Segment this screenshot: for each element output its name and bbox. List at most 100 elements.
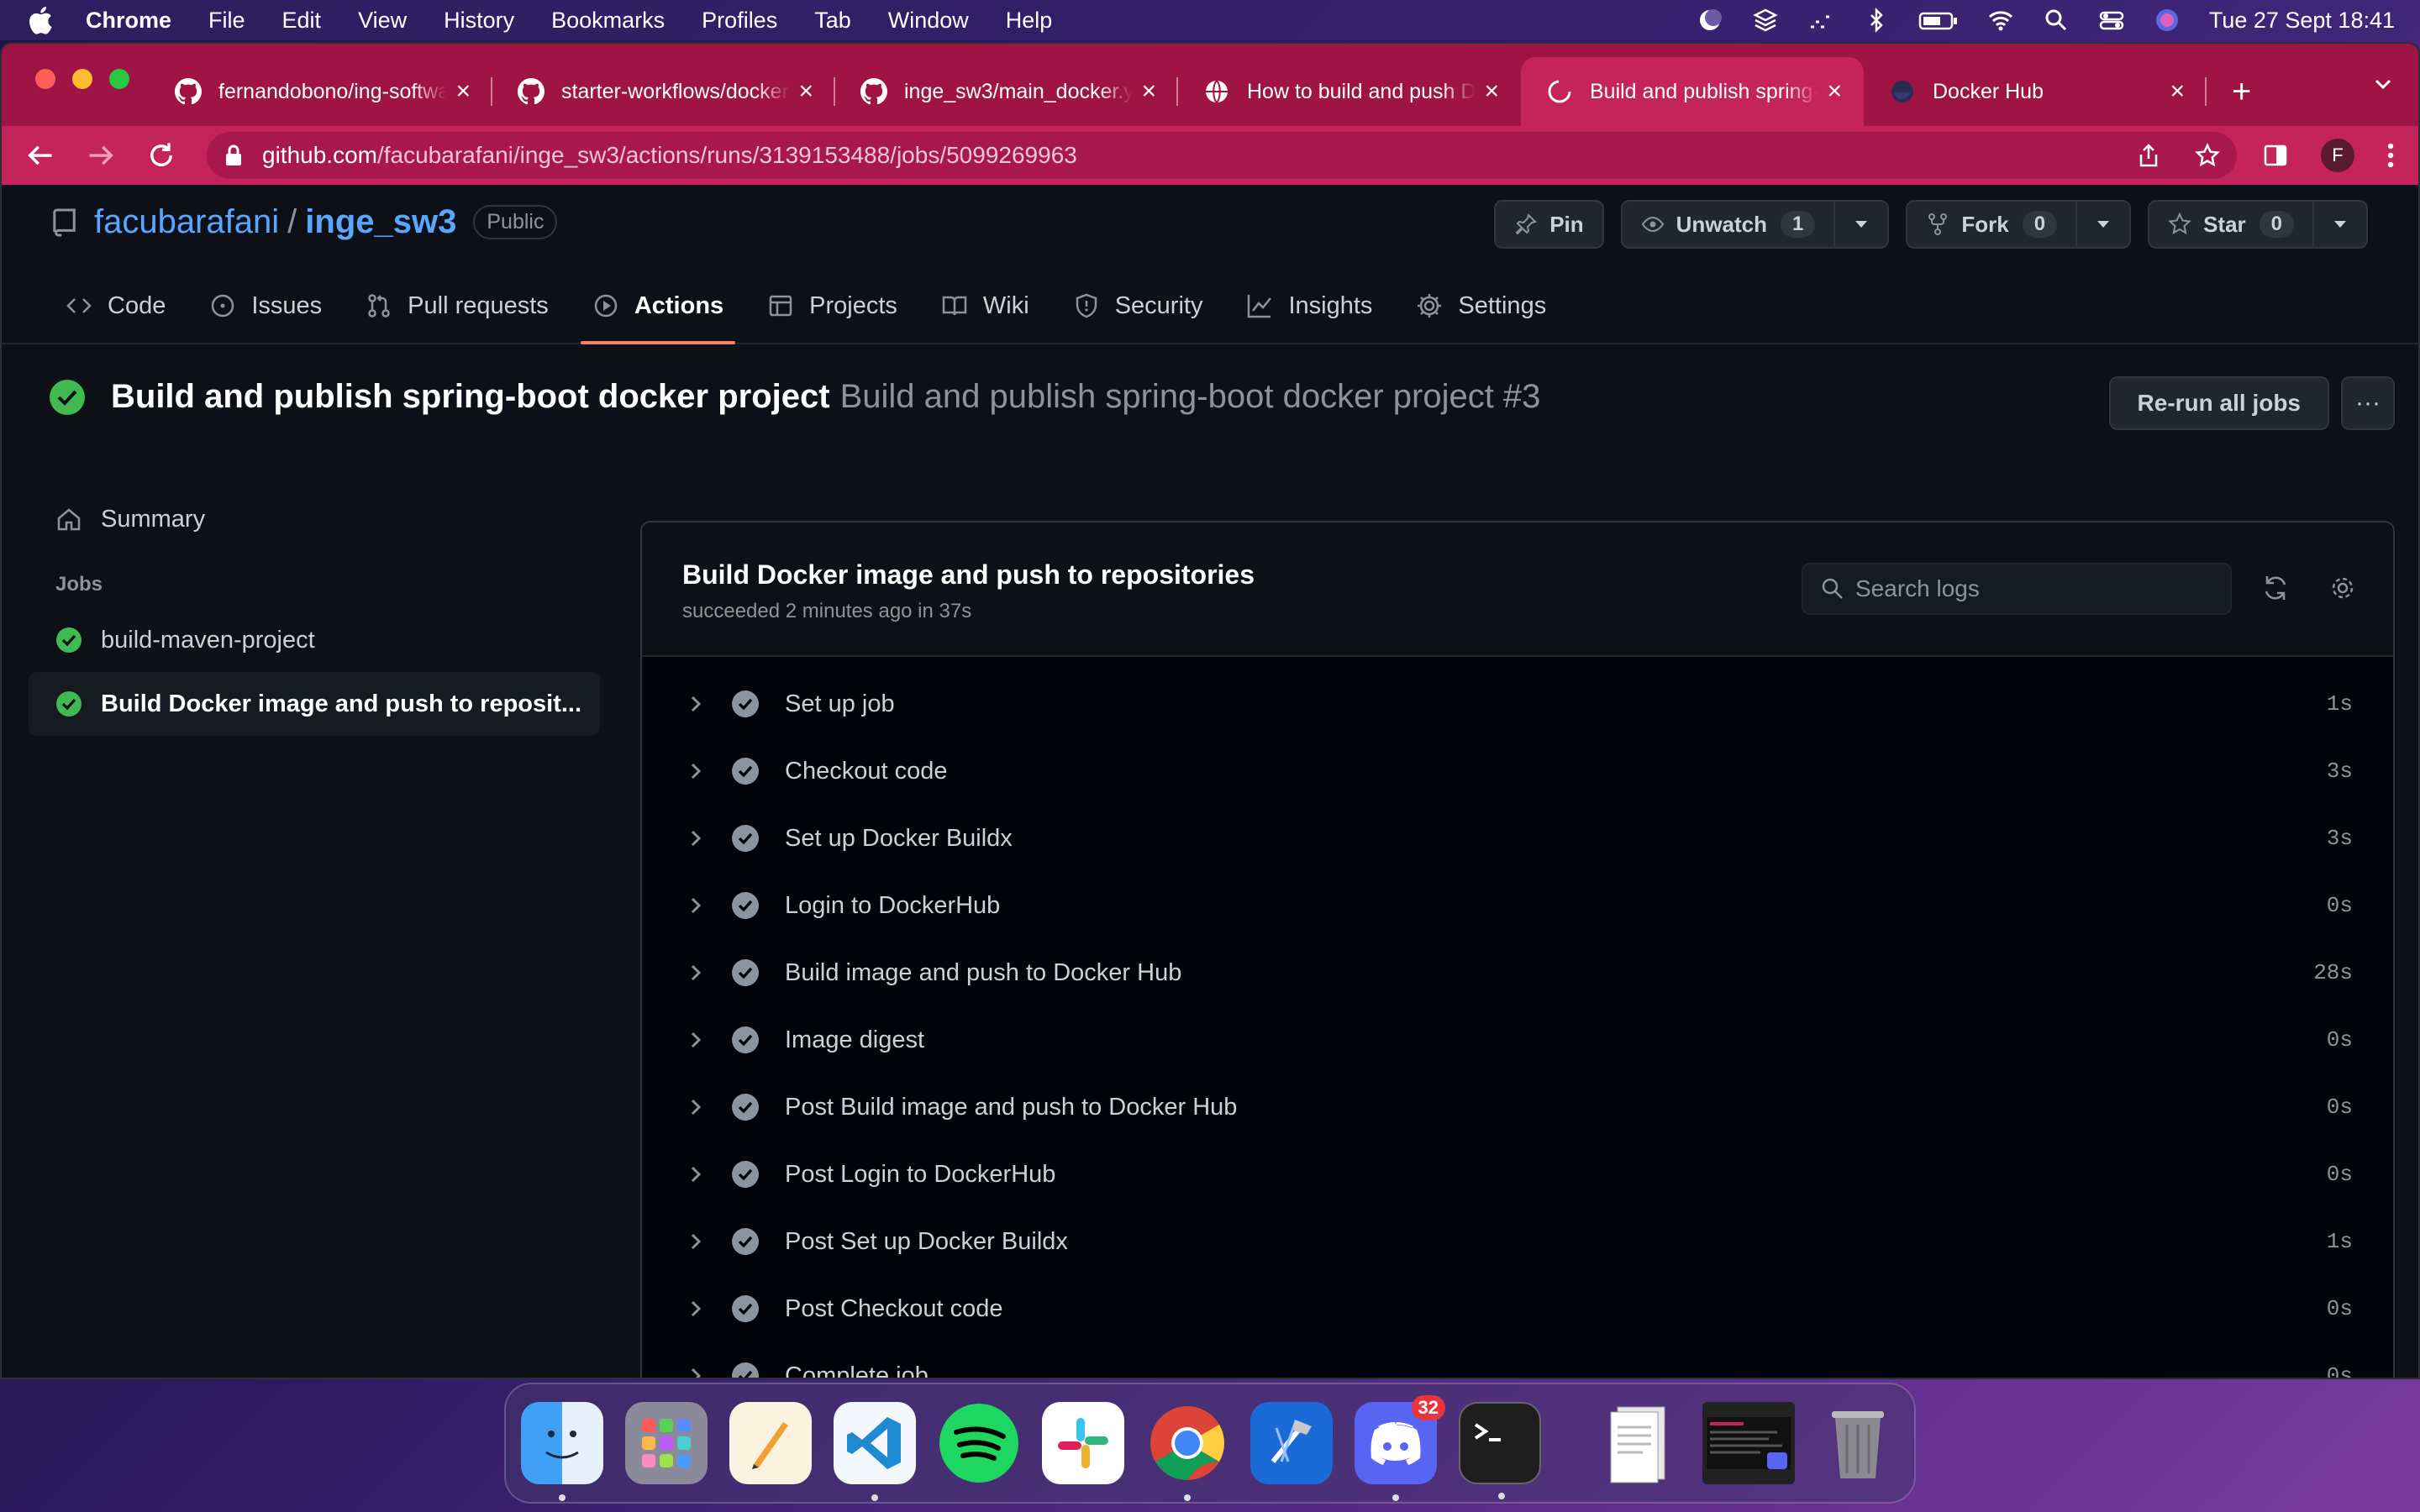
repo-name-link[interactable]: inge_sw3 bbox=[305, 203, 456, 241]
tab-actions[interactable]: Actions bbox=[580, 269, 736, 344]
step-row[interactable]: Post Set up Docker Buildx 1s bbox=[642, 1208, 2393, 1275]
fork-button[interactable]: Fork 0 bbox=[1906, 200, 2132, 249]
reload-icon[interactable] bbox=[146, 140, 176, 171]
star-dropdown[interactable] bbox=[2312, 202, 2366, 247]
tab-search-chevron-icon[interactable] bbox=[2371, 72, 2395, 96]
sidebar-summary[interactable]: Summary bbox=[29, 487, 600, 551]
chevron-right-icon[interactable] bbox=[686, 895, 706, 916]
menu-app-name[interactable]: Chrome bbox=[86, 8, 171, 34]
menu-file[interactable]: File bbox=[208, 8, 245, 34]
tab-issues[interactable]: Issues bbox=[209, 269, 322, 343]
menu-bookmarks[interactable]: Bookmarks bbox=[551, 8, 665, 34]
close-window-button[interactable] bbox=[35, 69, 55, 89]
menu-window[interactable]: Window bbox=[888, 8, 969, 34]
bookmark-star-icon[interactable] bbox=[2195, 143, 2220, 168]
discord-app[interactable]: 32 bbox=[1355, 1395, 1445, 1501]
search-logs-input[interactable] bbox=[1855, 575, 2208, 602]
step-row[interactable]: Post Build image and push to Docker Hub 0… bbox=[642, 1074, 2393, 1141]
browser-tab[interactable]: inge_sw3/main_docker.yml × bbox=[835, 57, 1178, 126]
pages-app[interactable] bbox=[729, 1402, 812, 1484]
pin-button[interactable]: Pin bbox=[1494, 200, 1604, 249]
xcode-app[interactable] bbox=[1250, 1402, 1333, 1484]
chevron-right-icon[interactable] bbox=[686, 694, 706, 714]
gear-icon[interactable] bbox=[2328, 573, 2358, 603]
tab-security[interactable]: Security bbox=[1073, 269, 1202, 343]
chevron-right-icon[interactable] bbox=[686, 963, 706, 983]
layers-icon[interactable] bbox=[1752, 7, 1779, 34]
close-tab-icon[interactable]: × bbox=[798, 77, 813, 106]
rerun-all-jobs-button[interactable]: Re-run all jobs bbox=[2108, 376, 2329, 430]
chevron-right-icon[interactable] bbox=[686, 1299, 706, 1319]
watch-dropdown[interactable] bbox=[1833, 202, 1887, 247]
menu-edit[interactable]: Edit bbox=[282, 8, 322, 34]
moon-icon[interactable] bbox=[1697, 7, 1723, 34]
control-center-icon[interactable] bbox=[2098, 7, 2125, 34]
finder-app[interactable] bbox=[521, 1402, 603, 1501]
tab-code[interactable]: Code bbox=[66, 269, 166, 343]
forward-icon[interactable] bbox=[86, 140, 116, 171]
close-tab-icon[interactable]: × bbox=[2170, 77, 2185, 106]
new-tab-button[interactable]: + bbox=[2232, 57, 2251, 126]
wifi-icon[interactable] bbox=[1987, 7, 2014, 34]
close-tab-icon[interactable]: × bbox=[455, 77, 471, 106]
terminal-app[interactable] bbox=[1459, 1402, 1541, 1499]
back-icon[interactable] bbox=[25, 140, 55, 171]
chrome-app[interactable] bbox=[1146, 1402, 1228, 1501]
menu-help[interactable]: Help bbox=[1006, 8, 1053, 34]
search-logs-field[interactable] bbox=[1802, 563, 2232, 615]
step-row[interactable]: Login to DockerHub 0s bbox=[642, 872, 2393, 939]
zoom-window-button[interactable] bbox=[109, 69, 129, 89]
browser-tab[interactable]: How to build and push Docker × bbox=[1178, 57, 1521, 126]
address-bar[interactable]: github.com/facubarafani/inge_sw3/actions… bbox=[207, 132, 2237, 179]
chevron-right-icon[interactable] bbox=[686, 1231, 706, 1252]
chevron-right-icon[interactable] bbox=[686, 1366, 706, 1379]
step-row[interactable]: Post Login to DockerHub 0s bbox=[642, 1141, 2393, 1208]
side-panel-icon[interactable] bbox=[2262, 142, 2289, 169]
tab-projects[interactable]: Projects bbox=[767, 269, 897, 343]
tab-settings[interactable]: Settings bbox=[1416, 269, 1546, 343]
watch-button[interactable]: Unwatch 1 bbox=[1620, 200, 1890, 249]
bluetooth-icon[interactable] bbox=[1863, 7, 1890, 34]
close-tab-icon[interactable]: × bbox=[1484, 77, 1499, 106]
refresh-icon[interactable] bbox=[2260, 573, 2291, 603]
chevron-right-icon[interactable] bbox=[686, 828, 706, 848]
share-icon[interactable] bbox=[2136, 143, 2161, 168]
repo-owner-link[interactable]: facubarafani bbox=[94, 203, 279, 241]
browser-tab-active[interactable]: Build and publish spring-boot × bbox=[1521, 57, 1864, 126]
spotify-app[interactable] bbox=[938, 1402, 1020, 1484]
profile-avatar[interactable]: F bbox=[2321, 139, 2354, 172]
spotlight-search-icon[interactable] bbox=[2043, 7, 2070, 34]
close-tab-icon[interactable]: × bbox=[1141, 77, 1156, 106]
step-row[interactable]: Build image and push to Docker Hub 28s bbox=[642, 939, 2393, 1006]
battery-icon[interactable] bbox=[1918, 7, 1959, 34]
step-row[interactable]: Complete job 0s bbox=[642, 1342, 2393, 1379]
apple-logo-icon[interactable] bbox=[25, 4, 54, 36]
step-row[interactable]: Image digest 0s bbox=[642, 1006, 2393, 1074]
tab-insights[interactable]: Insights bbox=[1246, 269, 1372, 343]
close-tab-icon[interactable]: × bbox=[1827, 77, 1842, 106]
sidebar-job-selected[interactable]: Build Docker image and push to reposit..… bbox=[29, 672, 600, 736]
step-row[interactable]: Post Checkout code 0s bbox=[642, 1275, 2393, 1342]
menu-profiles[interactable]: Profiles bbox=[702, 8, 777, 34]
vscode-app[interactable] bbox=[834, 1402, 916, 1501]
chevron-right-icon[interactable] bbox=[686, 1097, 706, 1117]
chevron-right-icon[interactable] bbox=[686, 1030, 706, 1050]
star-button[interactable]: Star 0 bbox=[2148, 200, 2368, 249]
browser-tab[interactable]: Docker Hub × bbox=[1864, 57, 2207, 126]
tab-pull-requests[interactable]: Pull requests bbox=[366, 269, 549, 343]
more-options-button[interactable]: ··· bbox=[2341, 376, 2395, 430]
chevron-right-icon[interactable] bbox=[686, 1164, 706, 1184]
step-row[interactable]: Set up Docker Buildx 3s bbox=[642, 805, 2393, 872]
step-row[interactable]: Checkout code 3s bbox=[642, 738, 2393, 805]
launchpad-app[interactable] bbox=[625, 1402, 708, 1484]
window-thumbnail[interactable] bbox=[1702, 1402, 1795, 1484]
lock-icon[interactable] bbox=[224, 144, 244, 167]
minimize-window-button[interactable] bbox=[72, 69, 92, 89]
trash-app[interactable] bbox=[1817, 1402, 1899, 1484]
slack-app[interactable] bbox=[1042, 1402, 1124, 1484]
browser-tab[interactable]: starter-workflows/docker × bbox=[492, 57, 835, 126]
stats-icon[interactable] bbox=[1807, 7, 1834, 34]
step-row[interactable]: Set up job 1s bbox=[642, 670, 2393, 738]
tab-wiki[interactable]: Wiki bbox=[941, 269, 1029, 343]
menu-tab[interactable]: Tab bbox=[814, 8, 851, 34]
